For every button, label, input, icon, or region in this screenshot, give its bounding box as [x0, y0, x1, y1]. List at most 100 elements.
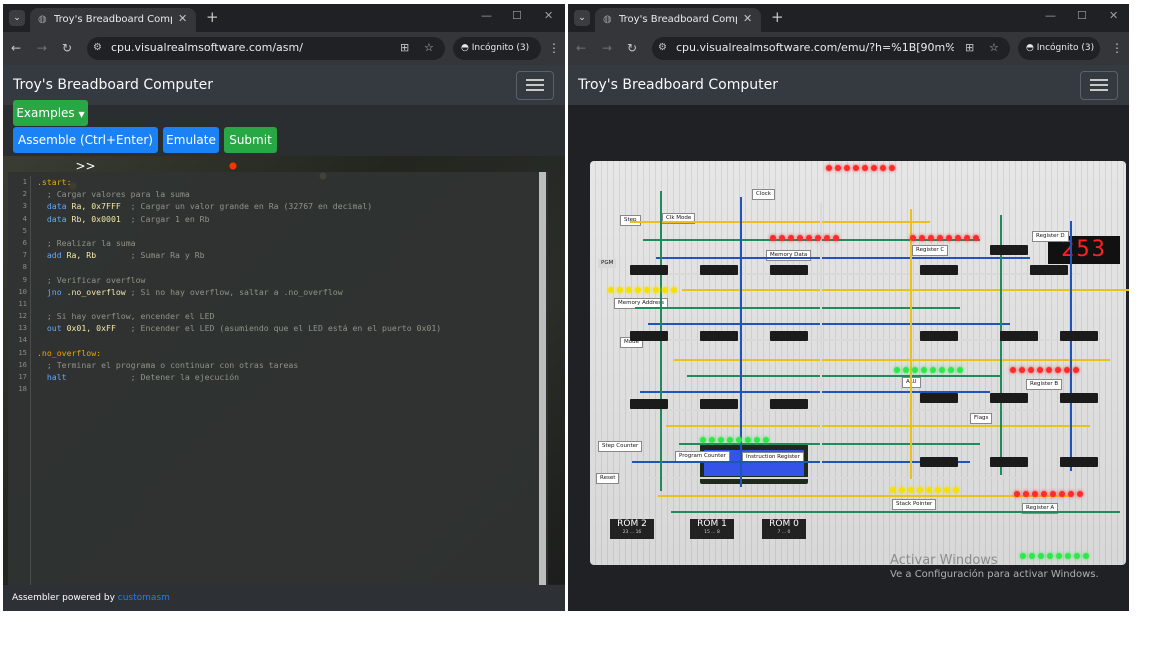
- led: [928, 235, 934, 241]
- tab-title: Troy's Breadboard Computer -: [619, 14, 737, 25]
- code-lines[interactable]: .start: ; Cargar valores para la suma da…: [37, 176, 542, 395]
- code-token-instr: data: [37, 213, 72, 224]
- label-register-d: Register D: [1032, 231, 1069, 242]
- close-tab-icon[interactable]: ✕: [178, 12, 187, 26]
- emulate-button[interactable]: Emulate: [163, 127, 219, 153]
- site-navbar: Troy's Breadboard Computer: [568, 65, 1129, 105]
- led: [894, 367, 900, 373]
- led: [833, 235, 839, 241]
- code-line[interactable]: out 0x01, 0xFF ; Encender el LED (asumie…: [37, 322, 542, 334]
- led: [1056, 553, 1062, 559]
- label-register-c: Register C: [912, 245, 949, 256]
- led: [1064, 367, 1070, 373]
- code-line[interactable]: ; Si hay overflow, encender el LED: [37, 310, 542, 322]
- close-window-icon[interactable]: ✕: [1109, 9, 1118, 23]
- led: [835, 165, 841, 171]
- translate-icon[interactable]: ⊞: [965, 41, 974, 55]
- translate-icon[interactable]: ⊞: [400, 41, 409, 55]
- browser-tab[interactable]: ◍ Troy's Breadboard Computer - ✕: [30, 8, 196, 32]
- code-token-label: .start:: [37, 177, 72, 187]
- code-editor[interactable]: 1 2 3 4 5 6 7 8 9 10 11 12 13 14 15 16 17 18 .start: ; Ca…: [8, 172, 548, 585]
- close-tab-icon[interactable]: ✕: [743, 12, 752, 26]
- ic-chip: [700, 265, 738, 275]
- breadboard-computer-image[interactable]: 253 Clock Step Clk Mode Memory Data Regi…: [590, 161, 1129, 565]
- new-tab-icon[interactable]: +: [771, 9, 784, 25]
- led: [700, 437, 706, 443]
- code-token-arg: Rb, 0x0001: [71, 213, 121, 224]
- url-text: cpu.visualrealmsoftware.com/asm/: [111, 41, 303, 54]
- browser-toolbar: ← → ↻ ⚙ cpu.visualrealmsoftware.com/asm/…: [3, 32, 565, 65]
- code-line[interactable]: jno .no_overflow ; Si no hay overflow, s…: [37, 286, 542, 298]
- led: [944, 487, 950, 493]
- reload-icon[interactable]: ↻: [627, 40, 637, 56]
- code-line[interactable]: data Ra, 0x7FFF ; Cargar un valor grande…: [37, 200, 542, 212]
- assemble-button[interactable]: Assemble (Ctrl+Enter) >>: [13, 127, 158, 173]
- site-info-icon[interactable]: ⚙: [658, 41, 667, 55]
- hamburger-menu-icon[interactable]: [1080, 71, 1118, 100]
- menu-kebab-icon[interactable]: ⋮: [548, 40, 560, 56]
- code-line[interactable]: add Ra, Rb ; Sumar Ra y Rb: [37, 249, 542, 261]
- code-line[interactable]: ; Cargar valores para la suma: [37, 188, 542, 200]
- site-info-icon[interactable]: ⚙: [93, 41, 102, 55]
- customasm-link[interactable]: customasm: [118, 593, 170, 603]
- maximize-icon[interactable]: ☐: [512, 9, 522, 23]
- submit-button[interactable]: Submit: [224, 127, 277, 153]
- activate-windows-title: Activar Windows: [890, 553, 998, 568]
- code-line[interactable]: ; Terminar el programa o continuar con o…: [37, 359, 542, 371]
- footer-prefix: Assembler powered by: [12, 593, 118, 603]
- tab-search-icon[interactable]: ⌄: [9, 10, 25, 26]
- bookmark-star-icon[interactable]: ☆: [989, 41, 999, 55]
- code-line[interactable]: ; Realizar la suma: [37, 237, 542, 249]
- menu-kebab-icon[interactable]: ⋮: [1111, 40, 1123, 56]
- site-title[interactable]: Troy's Breadboard Computer: [13, 76, 213, 94]
- editor-scrollbar[interactable]: [539, 172, 546, 585]
- code-line[interactable]: [37, 298, 542, 310]
- maximize-icon[interactable]: ☐: [1077, 9, 1087, 23]
- address-bar[interactable]: ⚙ cpu.visualrealmsoftware.com/emu/?h=%1B…: [652, 37, 1010, 60]
- code-token-comment: ; Detener la ejecución: [66, 372, 240, 382]
- led: [955, 235, 961, 241]
- bookmark-star-icon[interactable]: ☆: [424, 41, 434, 55]
- forward-icon[interactable]: →: [37, 40, 47, 56]
- forward-icon[interactable]: →: [602, 40, 612, 56]
- code-token-comment: ; Encender el LED (asumiendo que el LED …: [115, 323, 442, 334]
- back-icon[interactable]: ←: [11, 40, 21, 56]
- ic-chip: [920, 331, 958, 341]
- code-line[interactable]: [37, 383, 542, 395]
- code-line[interactable]: data Rb, 0x0001 ; Cargar 1 en Rb: [37, 213, 542, 225]
- code-line[interactable]: ; Verificar overflow: [37, 274, 542, 286]
- led: [1023, 491, 1029, 497]
- back-icon[interactable]: ←: [576, 40, 586, 56]
- code-line[interactable]: halt ; Detener la ejecución: [37, 371, 542, 383]
- led: [957, 367, 963, 373]
- led: [899, 487, 905, 493]
- reload-icon[interactable]: ↻: [62, 40, 72, 56]
- site-title[interactable]: Troy's Breadboard Computer: [578, 76, 778, 94]
- led: [1050, 491, 1056, 497]
- tab-search-icon[interactable]: ⌄: [574, 10, 590, 26]
- code-line[interactable]: .no_overflow:: [37, 347, 542, 359]
- code-line[interactable]: [37, 261, 542, 273]
- new-tab-icon[interactable]: +: [206, 9, 219, 25]
- browser-tab[interactable]: ◍ Troy's Breadboard Computer - ✕: [595, 8, 761, 32]
- line-number: 6: [22, 237, 27, 247]
- incognito-button[interactable]: ◓ Incógnito (3): [453, 37, 541, 60]
- close-window-icon[interactable]: ✕: [544, 9, 553, 23]
- rom-1-name: ROM 1: [697, 519, 727, 529]
- incognito-button[interactable]: ◓ Incógnito (3): [1018, 37, 1100, 60]
- wire: [658, 495, 1070, 497]
- led: [1059, 491, 1065, 497]
- led: [964, 235, 970, 241]
- line-number-gutter: 1 2 3 4 5 6 7 8 9 10 11 12 13 14 15 16 17 18: [8, 176, 31, 585]
- address-bar[interactable]: ⚙ cpu.visualrealmsoftware.com/asm/ ⊞ ☆: [87, 37, 445, 60]
- line-number: 11: [18, 298, 27, 308]
- code-line[interactable]: [37, 225, 542, 237]
- code-line[interactable]: [37, 334, 542, 346]
- label-clock: Clock: [752, 189, 775, 200]
- line-number: 2: [22, 189, 27, 199]
- minimize-icon[interactable]: —: [1045, 9, 1056, 23]
- code-line[interactable]: .start:: [37, 176, 542, 188]
- examples-dropdown-button[interactable]: Examples ▼: [13, 100, 88, 126]
- hamburger-menu-icon[interactable]: [516, 71, 554, 100]
- minimize-icon[interactable]: —: [481, 9, 492, 23]
